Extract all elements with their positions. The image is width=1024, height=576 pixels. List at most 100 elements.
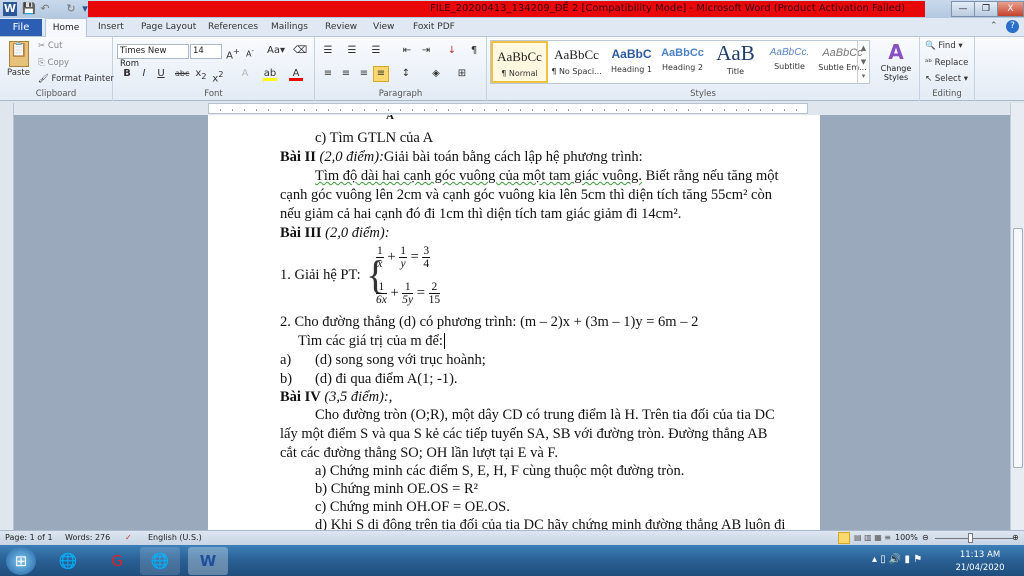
doc-line: nếu giảm cả hai cạnh đó đi 1cm thì diện … (280, 206, 682, 222)
start-button[interactable]: ⊞ (6, 547, 36, 575)
doc-line: d) Khi S di động trên tia đối của tia DC… (315, 517, 786, 530)
multilevel-list-icon[interactable]: ☰ (369, 44, 383, 58)
highlight-icon[interactable]: ab (263, 67, 277, 81)
style-heading-1[interactable]: AaBbC Heading 1 (603, 41, 660, 83)
num: 2 (428, 281, 441, 294)
undo-icon[interactable]: ↶ (38, 2, 52, 16)
bullets-icon[interactable]: ☰ (321, 44, 335, 58)
tab-page-layout[interactable]: Page Layout (141, 18, 196, 36)
scrollbar-thumb[interactable] (1013, 228, 1023, 468)
font-color-icon[interactable]: A (289, 67, 303, 81)
tab-file[interactable]: File (0, 19, 42, 36)
tab-home[interactable]: Home (45, 18, 87, 37)
replace-button[interactable]: ᵃᵇ Replace (925, 58, 968, 68)
clipboard-group: 📋 Paste ✂ Cut ⎘ Copy 🖌 Format Painter Cl… (0, 37, 114, 101)
style-title[interactable]: AaB Title (707, 41, 764, 83)
close-button[interactable]: X (997, 1, 1024, 17)
grow-font-icon[interactable]: A+ (226, 44, 240, 61)
justify-icon[interactable]: ≡ (373, 66, 389, 82)
select-label: Select (934, 74, 962, 84)
chrome-icon[interactable]: 🌐 (48, 547, 88, 575)
underline-icon[interactable]: U (154, 67, 168, 81)
align-right-icon[interactable]: ≡ (357, 67, 371, 81)
doc-line: Bài II (2,0 điểm):Giải bài toán bằng các… (280, 149, 643, 166)
select-button[interactable]: ↖ Select ▾ (925, 74, 968, 84)
chrome-icon[interactable]: 🌐 (140, 547, 180, 575)
clear-formatting-icon[interactable]: ⌫ (293, 44, 307, 58)
tab-mailings[interactable]: Mailings (271, 18, 308, 36)
italic-icon[interactable]: I (137, 67, 151, 81)
strikethrough-icon[interactable]: abc (175, 67, 189, 81)
zoom-level[interactable]: 100% (895, 531, 918, 545)
word-icon[interactable]: W (3, 2, 17, 16)
change-case-icon[interactable]: Aa▾ (266, 44, 286, 58)
numbering-icon[interactable]: ☰ (345, 44, 359, 58)
page-count[interactable]: Page: 1 of 1 (5, 531, 53, 545)
zoom-out-icon[interactable]: ⊖ (922, 531, 929, 545)
shading-icon[interactable]: ◈ (429, 67, 443, 81)
minimize-ribbon-icon[interactable]: ⌃ (990, 21, 998, 31)
zoom-slider[interactable] (935, 538, 1013, 539)
tab-foxit-pdf[interactable]: Foxit PDF (413, 18, 455, 36)
clock[interactable]: 11:13 AM 21/04/2020 (955, 550, 1005, 573)
zoom-slider-thumb[interactable] (968, 533, 973, 543)
print-layout-icon[interactable] (838, 532, 850, 544)
cut-button[interactable]: ✂ Cut (38, 41, 62, 51)
horizontal-ruler[interactable] (208, 103, 808, 114)
show-formatting-icon[interactable]: ¶ (467, 44, 481, 58)
save-icon[interactable]: 💾 (22, 2, 36, 16)
subscript-icon[interactable]: x2 (194, 67, 208, 81)
system-tray-icons[interactable]: ▴ ▯ 🔊 ▮ ⚑ (872, 554, 922, 565)
font-label: Font (204, 89, 223, 99)
font-group: Times New Rom 14 A+ A- Aa▾ ⌫ B I U abc x… (113, 37, 315, 101)
styles-gallery: AaBbCc ¶ Normal AaBbCc ¶ No Spaci... AaBbC… (490, 40, 870, 84)
align-center-icon[interactable]: ≡ (339, 67, 353, 81)
style-subtitle[interactable]: AaBbCc. Subtitle (761, 41, 818, 83)
styles-scroll[interactable]: ▲ ▼ ▾ (857, 41, 869, 83)
document-page[interactable]: A c) Tìm GTLN của A Bài II (2,0 điểm):Gi… (208, 115, 820, 530)
font-name-select[interactable]: Times New Rom (117, 44, 189, 69)
change-styles-button[interactable]: A Change Styles (876, 40, 916, 82)
app-icon[interactable]: G (97, 547, 137, 575)
proofing-icon[interactable]: ✓ (125, 531, 132, 545)
style-no-spacing[interactable]: AaBbCc ¶ No Spaci... (548, 41, 605, 83)
font-size-select[interactable]: 14 (190, 44, 222, 59)
text-effects-icon[interactable]: A (238, 67, 252, 81)
style-heading-2[interactable]: AaBbCc Heading 2 (654, 41, 711, 83)
tab-references[interactable]: References (208, 18, 258, 36)
view-buttons[interactable]: ▤ ▥ ▦ ≡ (854, 531, 891, 545)
minimize-button[interactable]: — (951, 1, 975, 17)
tab-review[interactable]: Review (325, 18, 357, 36)
paste-icon[interactable]: 📋 (9, 41, 29, 67)
copy-button[interactable]: ⎘ Copy (38, 58, 69, 68)
align-left-icon[interactable]: ≡ (321, 67, 335, 81)
shrink-font-icon[interactable]: A- (243, 44, 257, 59)
den: 4 (423, 258, 430, 270)
redo-icon[interactable]: ↻ (64, 2, 78, 16)
increase-indent-icon[interactable]: ⇥ (419, 44, 433, 58)
vertical-ruler (0, 103, 14, 530)
restore-button[interactable]: ❐ (974, 1, 998, 17)
format-painter-button[interactable]: 🖌 Format Painter (38, 74, 114, 84)
vertical-scrollbar[interactable] (1010, 103, 1024, 530)
word-taskbar-icon[interactable]: W (188, 547, 228, 575)
style-normal[interactable]: AaBbCc ¶ Normal (491, 41, 548, 83)
find-button[interactable]: 🔍 Find ▾ (925, 41, 963, 51)
line-spacing-icon[interactable]: ↕ (399, 67, 413, 81)
zoom-in-icon[interactable]: ⊕ (1012, 531, 1019, 545)
language[interactable]: English (U.S.) (148, 531, 202, 545)
sort-icon[interactable]: ↓ (445, 44, 459, 58)
tab-insert[interactable]: Insert (98, 18, 124, 36)
den: x (377, 258, 383, 270)
paste-button[interactable]: Paste (7, 68, 30, 78)
decrease-indent-icon[interactable]: ⇤ (400, 44, 414, 58)
bold-icon[interactable]: B (120, 67, 134, 81)
styles-label: Styles (690, 89, 716, 99)
superscript-icon[interactable]: x2 (211, 67, 225, 84)
style-preview: AaBbCc. (769, 47, 810, 58)
word-count[interactable]: Words: 276 (65, 531, 110, 545)
text: Giải bài toán bằng cách lập hệ phương tr… (383, 149, 643, 165)
borders-icon[interactable]: ⊞ (455, 67, 469, 81)
tab-view[interactable]: View (373, 18, 394, 36)
help-icon[interactable]: ? (1006, 20, 1019, 33)
